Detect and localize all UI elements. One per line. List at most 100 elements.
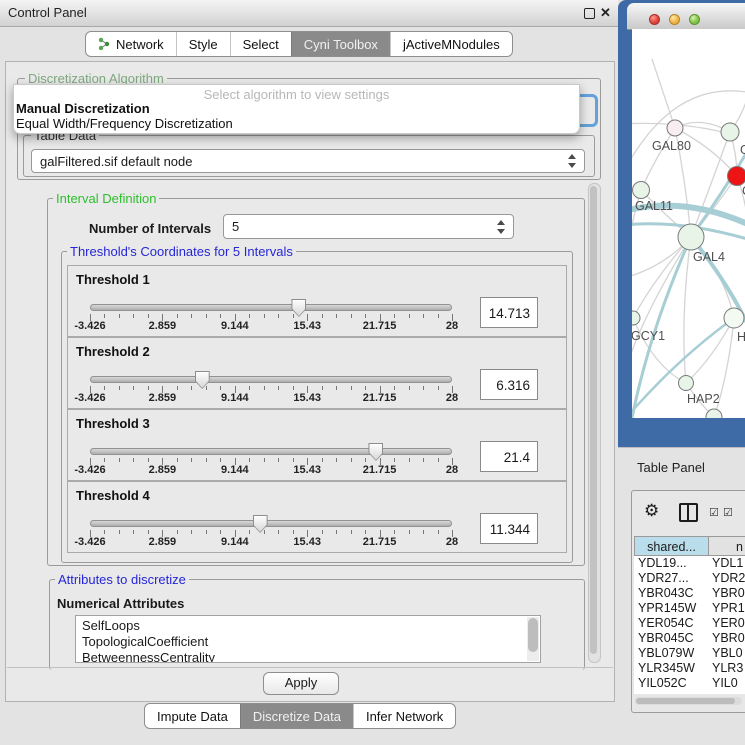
- panel-scrollbar[interactable]: [588, 183, 601, 663]
- tick-mark: [264, 386, 265, 390]
- network-node-unlabeled[interactable]: [706, 409, 722, 418]
- tick-mark: [177, 458, 178, 462]
- checkbox-icon[interactable]: ☑: [709, 506, 719, 519]
- tick-mark: [249, 386, 250, 390]
- numerical-attributes-list[interactable]: SelfLoopsTopologicalCoefficientBetweenne…: [75, 615, 541, 663]
- slider-track[interactable]: [90, 304, 452, 311]
- tab-style[interactable]: Style: [176, 32, 230, 56]
- tick-label: 28: [446, 536, 458, 548]
- tick-mark: [293, 530, 294, 534]
- number-of-intervals-combo[interactable]: 5: [223, 214, 514, 239]
- tab-select[interactable]: Select: [230, 32, 291, 56]
- tick-label: 15.43: [293, 464, 321, 476]
- cell-shared-name: YLR345W: [638, 661, 695, 676]
- tab-jactivemnodules[interactable]: jActiveMNodules: [390, 32, 512, 56]
- tick-mark: [278, 386, 279, 390]
- threshold-value-field[interactable]: 21.4: [480, 441, 538, 472]
- tick-mark: [191, 458, 192, 462]
- close-icon[interactable]: ✕: [600, 7, 612, 19]
- slider-track[interactable]: [90, 376, 452, 383]
- tick-mark: [249, 458, 250, 462]
- tab-cyni-toolbox[interactable]: Cyni Toolbox: [291, 32, 390, 56]
- threshold-value-field[interactable]: 11.344: [480, 513, 538, 544]
- table-hscroll-thumb[interactable]: [636, 698, 735, 704]
- menu-item-manual-discretization[interactable]: Manual Discretization: [16, 101, 150, 116]
- tick-mark: [264, 314, 265, 318]
- cell-name: YLR3: [712, 661, 743, 676]
- tick-mark: [365, 386, 366, 390]
- tick-label: 15.43: [293, 536, 321, 548]
- list-scrollbar[interactable]: [527, 617, 539, 661]
- tick-mark: [365, 314, 366, 318]
- screen: Control Panel ✕ NetworkStyle Select Cyni T…: [0, 0, 745, 745]
- list-item[interactable]: BetweennessCentrality: [82, 650, 215, 663]
- network-node-hap2[interactable]: [679, 376, 694, 391]
- number-of-intervals-label: Number of Intervals: [89, 221, 211, 236]
- threshold-value-field[interactable]: 6.316: [480, 369, 538, 400]
- tick-mark: [322, 314, 323, 318]
- table-row[interactable]: YLR345W YLR3: [634, 661, 745, 676]
- mac-zoom-icon[interactable]: [689, 14, 700, 25]
- tick-label: 9.144: [221, 392, 249, 404]
- tab-discretize-data[interactable]: Discretize Data: [240, 704, 353, 728]
- tick-label: -3.426: [74, 392, 105, 404]
- tab-impute-data[interactable]: Impute Data: [145, 704, 240, 728]
- column-header-shared-name[interactable]: shared...: [634, 536, 709, 556]
- numerical-attributes-label: Numerical Attributes: [57, 596, 184, 611]
- network-node-gcy1[interactable]: [632, 311, 640, 325]
- table-row[interactable]: YIL052CYIL0: [634, 676, 745, 691]
- network-window-titlebar[interactable]: [627, 3, 745, 30]
- list-item[interactable]: TopologicalCoefficient: [82, 634, 208, 649]
- network-node-h[interactable]: [724, 308, 744, 328]
- tab-label: Select: [243, 37, 279, 52]
- threshold-label: Threshold 4: [76, 488, 150, 503]
- split-columns-icon[interactable]: [679, 503, 698, 522]
- checkbox-icon[interactable]: ☑: [723, 506, 733, 519]
- tick-mark: [278, 530, 279, 534]
- tick-mark: [322, 458, 323, 462]
- column-header-name[interactable]: n: [709, 536, 745, 556]
- table-row[interactable]: YBR045CYBR0: [634, 631, 745, 646]
- panel-scrollbar-thumb[interactable]: [590, 186, 597, 654]
- network-node-gal80[interactable]: [667, 120, 683, 136]
- network-node-gal4[interactable]: [678, 224, 704, 250]
- tick-label: 9.144: [221, 320, 249, 332]
- float-window-icon[interactable]: [584, 8, 595, 19]
- table-row[interactable]: YDR27...YDR2: [634, 571, 745, 586]
- table-row[interactable]: YPR145WYPR1: [634, 601, 745, 616]
- slider-track[interactable]: [90, 520, 452, 527]
- tab-infer-network[interactable]: Infer Network: [353, 704, 455, 728]
- tab-network[interactable]: Network: [86, 32, 176, 56]
- tick-label: 21.715: [363, 536, 397, 548]
- network-node-c[interactable]: [728, 167, 745, 186]
- network-node-g[interactable]: [721, 123, 739, 141]
- network-node-gal11[interactable]: [633, 182, 650, 199]
- table-row[interactable]: YER054CYER0: [634, 616, 745, 631]
- table-row[interactable]: YDL19...YDL1: [634, 556, 745, 571]
- tick-mark: [220, 386, 221, 390]
- gear-icon[interactable]: ⚙: [644, 501, 659, 521]
- mac-close-icon[interactable]: [649, 14, 660, 25]
- list-item[interactable]: SelfLoops: [82, 618, 140, 633]
- threshold-value-field[interactable]: 14.713: [480, 297, 538, 328]
- table-row[interactable]: YBR043CYBR0: [634, 586, 745, 601]
- apply-button[interactable]: Apply: [263, 672, 339, 695]
- table-horizontal-scrollbar[interactable]: [635, 697, 742, 705]
- slider-thumb[interactable]: [195, 371, 210, 389]
- cell-shared-name: YBR045C: [638, 631, 694, 646]
- control-panel-titlebar: Control Panel ✕: [0, 0, 618, 27]
- slider-track[interactable]: [90, 448, 452, 455]
- menu-item-equal-width-frequency[interactable]: Equal Width/Frequency Discretization: [16, 116, 233, 131]
- slider-thumb[interactable]: [368, 443, 383, 461]
- node-label: G: [740, 143, 745, 157]
- tick-mark: [119, 458, 120, 462]
- network-canvas[interactable]: GAL80GCGAL11GAL4GCY1HHAP2: [632, 29, 745, 418]
- threshold-box-2: Threshold 2-3.4262.8599.14415.4321.71528…: [67, 337, 567, 409]
- cell-name: YPR1: [712, 601, 745, 616]
- slider-thumb[interactable]: [253, 515, 268, 533]
- tick-mark: [264, 530, 265, 534]
- table-data-combo[interactable]: galFiltered.sif default node: [31, 149, 585, 173]
- table-row[interactable]: YBL079WYBL0: [634, 646, 745, 661]
- mac-minimize-icon[interactable]: [669, 14, 680, 25]
- tick-mark: [423, 458, 424, 462]
